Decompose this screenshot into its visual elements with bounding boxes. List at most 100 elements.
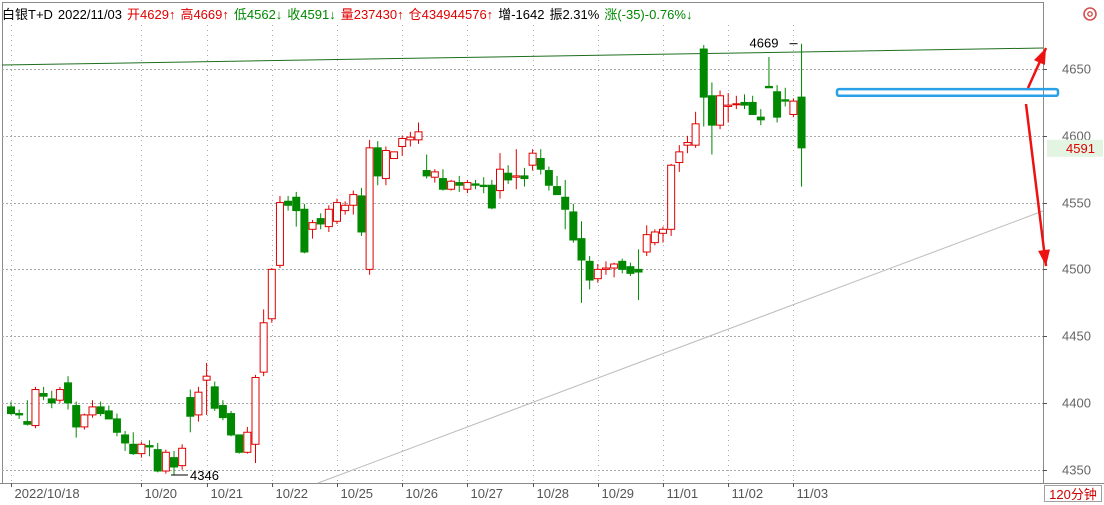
candle-body <box>341 204 350 212</box>
candle-body <box>683 142 692 146</box>
candle-body <box>55 389 64 401</box>
candle-body <box>724 104 733 107</box>
candle-body <box>789 100 798 115</box>
y-tick-label: 4500 <box>1062 262 1091 277</box>
candle-body <box>520 175 529 180</box>
candle-body <box>601 267 610 270</box>
high-annotation: 4669 <box>750 36 779 51</box>
candle-body <box>536 158 545 170</box>
candle-body <box>773 91 782 118</box>
candle-body <box>381 150 390 180</box>
candle-body <box>659 228 667 234</box>
y-tick-label: 4350 <box>1062 463 1091 478</box>
x-tick-label: 11/02 <box>732 486 764 501</box>
resistance-zone-box <box>835 87 1060 98</box>
upper-trend-line <box>1 47 1044 66</box>
candle-body <box>487 184 496 209</box>
period-selector[interactable]: 120分钟 <box>1044 485 1102 502</box>
candle-body <box>72 405 81 428</box>
candle-body <box>707 95 716 126</box>
candle-body <box>243 431 252 453</box>
candle-body <box>324 208 333 228</box>
candle-body <box>740 101 749 106</box>
candle-body <box>610 263 619 269</box>
plot-frame <box>2 2 1044 484</box>
candle-body <box>153 449 162 472</box>
y-tick-label: 4450 <box>1062 329 1091 344</box>
candle-body <box>31 389 40 427</box>
candle-body <box>463 182 472 190</box>
candle-body <box>618 260 627 270</box>
candle-body <box>300 208 309 253</box>
candle-body <box>104 410 113 420</box>
candle-body <box>479 184 488 188</box>
candle-body <box>626 266 635 274</box>
x-tick-label: 11/01 <box>667 486 699 501</box>
up-arrow-head <box>1033 48 1046 66</box>
candle-body <box>667 164 676 230</box>
candle-body <box>137 443 146 455</box>
candle-body <box>748 101 757 115</box>
candle-body <box>593 268 602 280</box>
candle-body <box>227 413 236 436</box>
candle-body <box>47 398 56 404</box>
y-tick-label: 4400 <box>1062 396 1091 411</box>
candle-body <box>390 151 399 160</box>
candle-body <box>121 434 130 444</box>
lower-trend-line <box>317 210 1044 484</box>
candle-body <box>764 85 773 89</box>
candle-body <box>23 421 32 425</box>
candle-body <box>267 268 276 320</box>
candle-body <box>251 377 260 445</box>
down-arrow-head <box>1038 249 1050 266</box>
x-tick-label: 10/25 <box>341 486 374 501</box>
candle-body <box>496 168 504 192</box>
candle-body <box>210 386 219 409</box>
x-tick-label: 10/20 <box>145 486 178 501</box>
candle-body <box>129 443 138 455</box>
candle-body <box>316 218 325 225</box>
candle-body <box>650 231 659 244</box>
candlestick-chart: 43504400445045004550460046502022/10/18 10… <box>0 2 1104 501</box>
candle-body <box>218 405 227 419</box>
candle-body <box>642 234 651 253</box>
candle-body <box>292 196 301 212</box>
candle-body <box>634 268 643 273</box>
candle-body <box>7 406 15 415</box>
candle-body <box>438 178 447 190</box>
candle-body <box>398 137 407 148</box>
candle-body <box>64 382 73 404</box>
x-tick-label: 10/21 <box>211 486 244 501</box>
x-tick-label: 10/28 <box>537 486 570 501</box>
candle-body <box>732 103 741 106</box>
candle-body <box>275 202 284 266</box>
candle-body <box>422 170 431 177</box>
candle-body <box>186 397 195 417</box>
candle-body <box>455 182 464 186</box>
candle-body <box>373 147 382 177</box>
candle-body <box>308 222 317 230</box>
x-tick-label: 2022/10/18 <box>15 486 80 501</box>
candle-body <box>357 195 366 233</box>
candle-body <box>528 152 537 166</box>
low-annotation: 4346 <box>190 468 219 483</box>
candle-body <box>202 375 211 381</box>
candle-body <box>15 413 24 416</box>
candle-body <box>675 151 684 164</box>
candle-body <box>561 196 570 210</box>
candle-body <box>259 322 268 373</box>
candle-body <box>145 445 154 448</box>
candle-body <box>178 447 187 467</box>
x-tick-label: 10/22 <box>276 486 309 501</box>
candle-body <box>112 418 121 433</box>
candle-body <box>349 194 358 206</box>
candle-body <box>194 391 203 416</box>
candle-body <box>365 147 374 270</box>
candle-body <box>756 116 765 121</box>
candle-body <box>80 414 89 428</box>
candle-body <box>577 238 586 261</box>
y-tick-label: 4550 <box>1062 196 1091 211</box>
x-tick-label: 10/26 <box>406 486 439 501</box>
x-tick-label: 11/03 <box>797 486 829 501</box>
candle-body <box>797 96 806 149</box>
